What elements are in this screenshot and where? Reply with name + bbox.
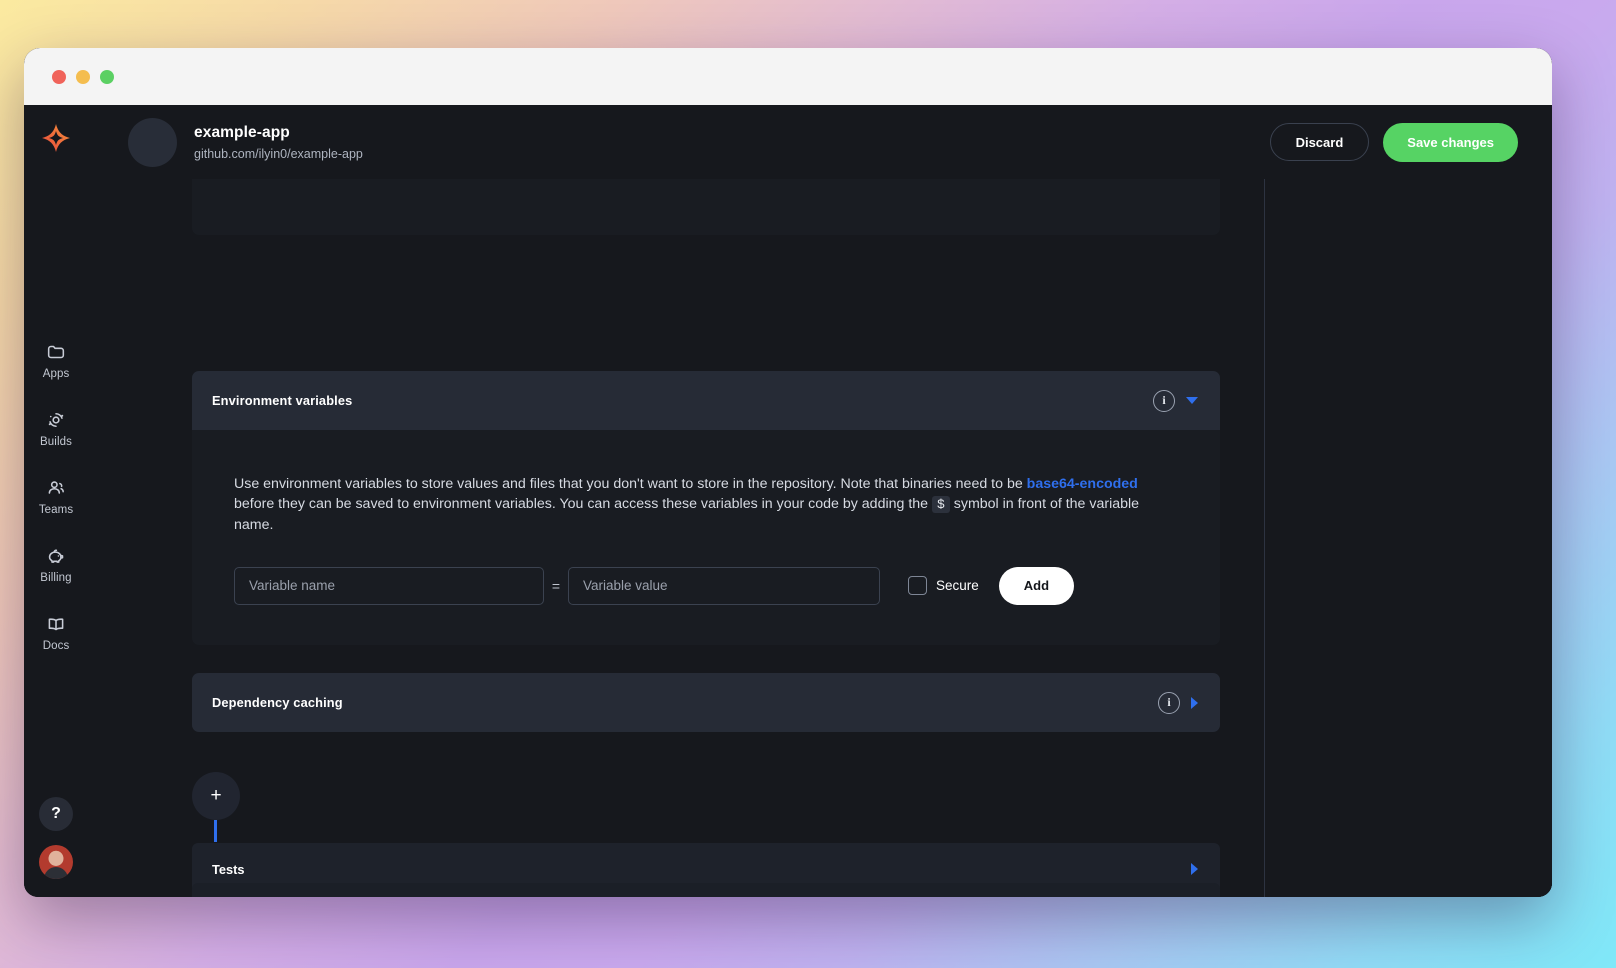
window-titlebar (24, 48, 1552, 105)
environment-variables-header[interactable]: Environment variables i (192, 371, 1220, 430)
environment-variables-description: Use environment variables to store value… (234, 474, 1178, 535)
sidebar: Apps Builds (24, 105, 88, 897)
app-body: Apps Builds (24, 105, 1552, 897)
content-area: Environment variables i Use environment … (88, 105, 1552, 897)
build-gear-icon (45, 409, 67, 431)
four-point-star-logo[interactable] (39, 121, 73, 155)
chevron-right-icon[interactable] (1191, 863, 1198, 875)
sidebar-item-label: Docs (43, 640, 70, 652)
sidebar-bottom-actions: ? (24, 797, 88, 879)
equals-sign: = (544, 578, 568, 594)
section-title: Tests (212, 862, 244, 877)
sidebar-item-builds[interactable]: Builds (24, 409, 88, 448)
app-header-titles: example-app github.com/ilyin0/example-ap… (194, 124, 363, 161)
sidebar-item-teams[interactable]: Teams (24, 477, 88, 516)
info-icon[interactable]: i (1158, 692, 1180, 714)
desc-part-2: before they can be saved to environment … (234, 496, 932, 512)
environment-variables-body: Use environment variables to store value… (192, 430, 1220, 645)
dependency-caching-header[interactable]: Dependency caching i (192, 673, 1220, 732)
section-title: Dependency caching (212, 695, 343, 710)
chevron-down-icon[interactable] (1186, 397, 1198, 404)
variable-name-input[interactable] (234, 567, 544, 605)
right-pane (1265, 105, 1552, 897)
discard-button[interactable]: Discard (1270, 123, 1370, 161)
sidebar-nav: Apps Builds (24, 341, 88, 652)
app-avatar (128, 118, 177, 167)
header-actions: Discard Save changes (1270, 123, 1518, 162)
secure-label: Secure (936, 578, 979, 593)
section-title: Environment variables (212, 393, 352, 408)
variable-value-input[interactable] (568, 567, 880, 605)
people-icon (45, 477, 67, 499)
base64-encoded-link[interactable]: base64-encoded (1027, 476, 1138, 492)
app-header: example-app github.com/ilyin0/example-ap… (88, 105, 1552, 179)
app-window: Apps Builds (24, 48, 1552, 897)
desc-part-1: Use environment variables to store value… (234, 476, 1027, 492)
pipeline-add-step-1-group: + (192, 772, 1220, 842)
book-icon (45, 613, 67, 635)
section-header-actions: i (1153, 390, 1198, 412)
add-variable-button[interactable]: Add (999, 567, 1074, 605)
settings-scroll-area[interactable]: Environment variables i Use environment … (88, 105, 1264, 897)
help-button[interactable]: ? (39, 797, 73, 831)
pipeline-connector (214, 820, 217, 842)
sidebar-item-label: Billing (40, 572, 71, 584)
sidebar-item-docs[interactable]: Docs (24, 613, 88, 652)
environment-variables-section: Environment variables i Use environment … (192, 371, 1220, 645)
sidebar-item-apps[interactable]: Apps (24, 341, 88, 380)
chevron-right-icon[interactable] (1191, 697, 1198, 709)
dollar-symbol-chip: $ (932, 496, 950, 513)
info-icon[interactable]: i (1153, 390, 1175, 412)
folder-icon (45, 341, 67, 363)
add-step-button[interactable]: + (192, 772, 240, 820)
avatar[interactable] (39, 845, 73, 879)
sidebar-item-label: Teams (39, 504, 73, 516)
secure-checkbox[interactable] (908, 576, 927, 595)
repo-url[interactable]: github.com/ilyin0/example-app (194, 147, 363, 161)
maximize-window-button[interactable] (100, 70, 114, 84)
minimize-window-button[interactable] (76, 70, 90, 84)
sidebar-item-label: Apps (43, 368, 70, 380)
sidebar-item-billing[interactable]: Billing (24, 545, 88, 584)
next-section-card-peek (192, 883, 1220, 897)
sidebar-item-label: Builds (40, 436, 72, 448)
close-window-button[interactable] (52, 70, 66, 84)
section-header-actions: i (1158, 692, 1198, 714)
secure-checkbox-group[interactable]: Secure (908, 576, 979, 595)
page-title: example-app (194, 124, 363, 142)
save-changes-button[interactable]: Save changes (1383, 123, 1518, 162)
content-divider (1264, 105, 1265, 897)
piggy-bank-icon (45, 545, 67, 567)
dependency-caching-section: Dependency caching i (192, 673, 1220, 732)
variable-entry-row: = Secure Add (234, 567, 1178, 605)
